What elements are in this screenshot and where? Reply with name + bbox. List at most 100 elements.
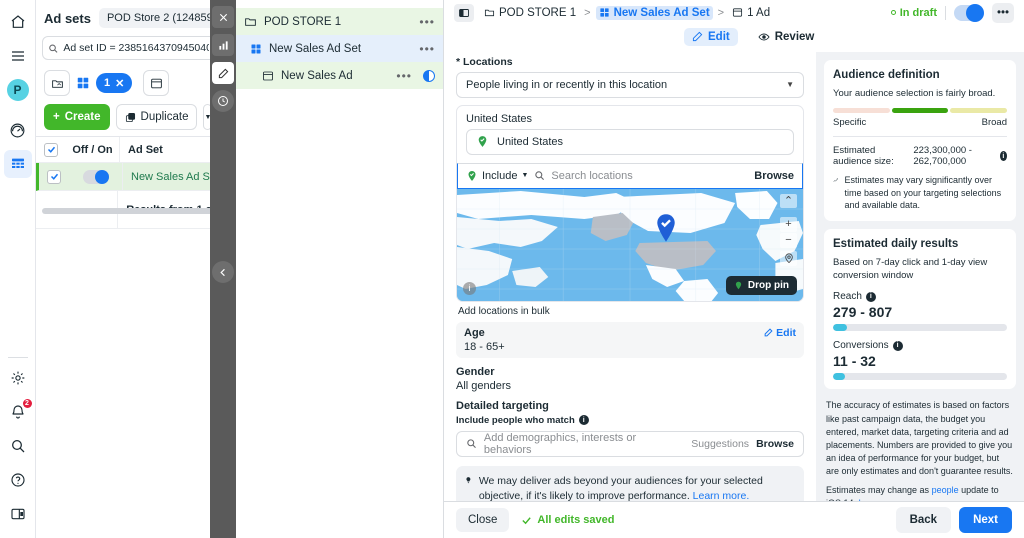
breadcrumb: POD STORE 1 > New Sales Ad Set > 1 Ad <box>481 5 773 20</box>
help-icon[interactable] <box>4 466 32 494</box>
detailed-targeting-search[interactable]: Add demographics, interests or behaviors… <box>456 430 804 457</box>
advantage-audience-notice: We may deliver ads beyond your audiences… <box>456 465 804 502</box>
clear-filter-icon[interactable]: ✕ <box>115 77 124 90</box>
row-onoff-cell[interactable] <box>69 163 123 190</box>
panel-icon[interactable] <box>4 500 32 528</box>
more-options-icon[interactable]: ••• <box>992 2 1014 23</box>
dashboard-icon[interactable] <box>4 116 32 144</box>
detailed-targeting-input[interactable]: Add demographics, interests or behaviors <box>484 432 684 456</box>
folder-view-button[interactable] <box>44 70 70 96</box>
search-input[interactable]: Ad set ID = 23851643709450401 <box>63 42 208 54</box>
breadcrumb-item-campaign[interactable]: POD STORE 1 <box>481 6 579 20</box>
add-locations-in-bulk-link[interactable]: Add locations in bulk <box>456 302 804 317</box>
next-button[interactable]: Next <box>959 507 1012 534</box>
info-icon[interactable]: i <box>999 151 1007 162</box>
create-button[interactable]: + Create <box>44 104 110 130</box>
audience-gauge[interactable] <box>833 108 1008 114</box>
location-search-input[interactable]: Search locations <box>551 170 748 182</box>
conversions-bar-fill <box>833 373 846 381</box>
info-icon[interactable]: i <box>578 415 589 426</box>
horizontal-scrollbar[interactable] <box>42 208 229 214</box>
locations-map[interactable]: ⌃ + − Drop pin i <box>457 188 803 301</box>
age-edit-button[interactable]: Edit <box>764 327 796 339</box>
tree-item-adset[interactable]: New Sales Ad Set ••• <box>236 35 443 62</box>
toggle-knob <box>94 169 109 184</box>
filter-count-pill[interactable]: 1 ✕ <box>96 73 133 93</box>
topbar-divider <box>945 5 946 20</box>
row-checkbox[interactable] <box>47 169 61 184</box>
bell-icon[interactable]: 2 <box>4 398 32 426</box>
profile-avatar[interactable]: P <box>4 76 32 104</box>
location-search-bar[interactable]: Include ▼ Search locations Browse <box>457 162 803 189</box>
notice-learn-more-link[interactable]: Learn more. <box>693 490 750 501</box>
drop-pin-label: Drop pin <box>747 279 789 291</box>
info-icon[interactable]: i <box>865 291 876 302</box>
chart-icon[interactable] <box>212 34 234 56</box>
map-locate-button[interactable] <box>780 250 797 266</box>
chevron-up-icon: ⌃ <box>783 195 794 208</box>
ad-icon <box>263 71 273 80</box>
eye-icon <box>758 33 770 41</box>
people-link[interactable]: people <box>932 485 959 495</box>
account-selector[interactable]: POD Store 2 (124859703259740 <box>98 8 227 28</box>
map-zoom-out-button[interactable]: − <box>780 232 797 248</box>
locations-browse-button[interactable]: Browse <box>754 170 794 182</box>
menu-icon[interactable] <box>4 42 32 70</box>
collapse-left-icon[interactable] <box>212 261 234 283</box>
select-all-cell[interactable] <box>36 142 66 157</box>
tree-item-label: New Sales Ad Set <box>269 42 362 55</box>
lightbulb-icon <box>466 476 471 483</box>
ad-view-button[interactable] <box>143 70 170 96</box>
pencil-icon[interactable] <box>212 62 234 84</box>
tree-item-campaign[interactable]: POD STORE 1 ••• <box>236 8 443 35</box>
drop-pin-button[interactable]: Drop pin <box>725 275 797 295</box>
required-asterisk: * <box>456 55 461 68</box>
row-select-cell[interactable] <box>39 169 69 184</box>
tree-item-menu-icon[interactable]: ••• <box>396 69 412 83</box>
info-icon[interactable]: i <box>892 340 903 351</box>
location-chip-united-states[interactable]: United States <box>466 128 794 155</box>
gear-icon[interactable] <box>4 364 32 392</box>
minus-icon: − <box>785 234 792 247</box>
home-icon[interactable] <box>4 8 32 36</box>
tree-item-ad[interactable]: New Sales Ad ••• <box>236 62 443 89</box>
editor-topbar: POD STORE 1 > New Sales Ad Set > 1 Ad In… <box>444 0 1024 26</box>
table-icon[interactable] <box>3 150 32 178</box>
select-all-checkbox[interactable] <box>44 142 58 157</box>
adset-filter-chip[interactable]: 1 ✕ <box>76 70 138 96</box>
map-collapse-button[interactable]: ⌃ <box>780 193 797 208</box>
column-header-adset[interactable]: Ad Set <box>120 144 163 156</box>
table-row[interactable]: New Sales Ad Set <box>36 163 235 191</box>
adset-name-link[interactable]: New Sales Ad Set <box>123 171 219 183</box>
tab-review-label: Review <box>774 30 815 43</box>
duplicate-icon <box>125 112 135 122</box>
include-selector[interactable]: Include ▼ <box>466 170 528 182</box>
back-button[interactable]: Back <box>895 507 952 534</box>
map-zoom-in-button[interactable]: + <box>780 216 797 232</box>
preview-contrast-icon[interactable] <box>423 69 435 82</box>
close-icon[interactable] <box>212 6 234 28</box>
suggestions-button[interactable]: Suggestions <box>691 438 749 450</box>
location-type-select[interactable]: People living in or recently in this loc… <box>456 71 804 98</box>
toggle-panel-icon[interactable] <box>454 3 474 22</box>
conversions-metric-label-row: Conversions i <box>833 340 1007 351</box>
map-info-icon[interactable]: i <box>463 281 476 295</box>
search-filter-bar[interactable]: Ad set ID = 23851643709450401 ✕ <box>42 36 229 60</box>
disclaimer-paragraph-1: The accuracy of estimates is based on fa… <box>826 400 1013 476</box>
adset-active-toggle[interactable] <box>954 3 984 22</box>
tab-review[interactable]: Review <box>750 28 823 46</box>
tree-item-menu-icon[interactable]: ••• <box>419 15 435 29</box>
breadcrumb-item-adset[interactable]: New Sales Ad Set <box>595 5 713 20</box>
detailed-targeting-browse-button[interactable]: Browse <box>756 438 794 450</box>
tab-edit[interactable]: Edit <box>684 27 738 46</box>
tree-item-menu-icon[interactable]: ••• <box>419 42 435 56</box>
clock-icon[interactable] <box>212 90 234 112</box>
column-header-onoff[interactable]: Off / On <box>66 137 120 162</box>
breadcrumb-item-ad[interactable]: 1 Ad <box>729 6 773 20</box>
duplicate-button[interactable]: Duplicate <box>115 104 198 130</box>
disclaimer-paragraph-2: Estimates may change as people update to… <box>826 484 1014 501</box>
close-button[interactable]: Close <box>456 508 510 533</box>
disclaimer-p2-pre: Estimates may change as <box>826 484 932 495</box>
adset-toggle[interactable] <box>82 169 109 184</box>
search-icon[interactable] <box>4 432 32 460</box>
